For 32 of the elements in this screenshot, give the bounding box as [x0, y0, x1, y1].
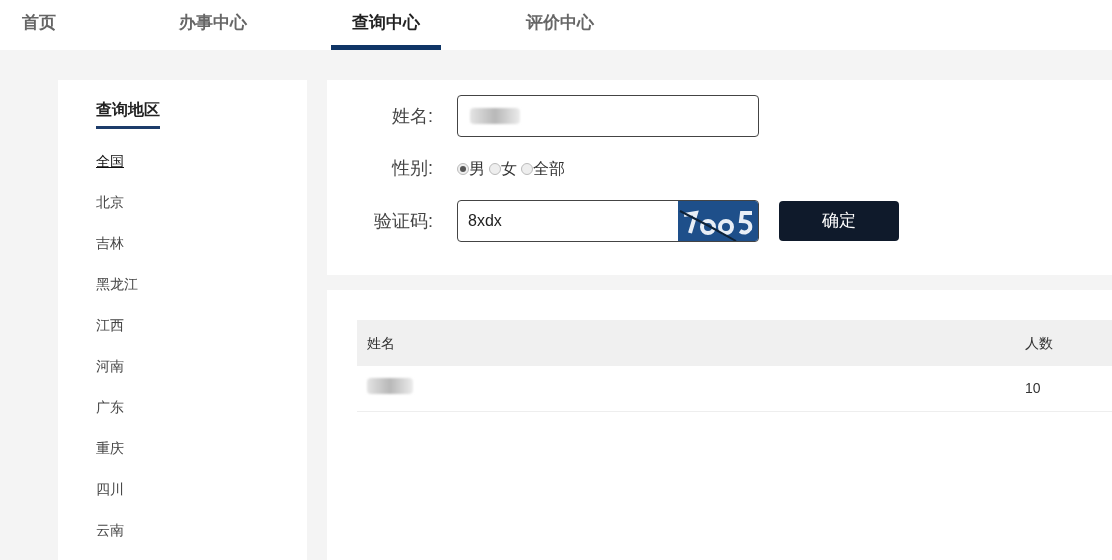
- radio-label: 全部: [533, 158, 565, 179]
- captcha-input[interactable]: 8xdx: [457, 200, 759, 242]
- field-label: 性别:: [390, 157, 434, 180]
- radio-label: 女: [501, 158, 517, 179]
- name-input[interactable]: [457, 95, 759, 137]
- region-link[interactable]: 黑龙江: [96, 272, 138, 296]
- radio-label: 男: [469, 158, 485, 179]
- field-label: 姓名:: [391, 104, 434, 128]
- table-cell-text: 10: [1025, 379, 1042, 398]
- redacted-mark: [470, 108, 520, 124]
- nav-tab[interactable]: 评价中心: [505, 0, 615, 50]
- field-label: 验证码:: [373, 209, 434, 233]
- region-link[interactable]: 吉林: [96, 231, 124, 255]
- region-link[interactable]: 江西: [96, 313, 124, 337]
- nav-tab[interactable]: 查询中心: [331, 0, 441, 50]
- radio-button[interactable]: [457, 162, 469, 175]
- region-link[interactable]: 云南: [96, 518, 124, 542]
- radio-button[interactable]: [521, 162, 533, 175]
- region-link[interactable]: 广东: [96, 395, 124, 419]
- nav-tab[interactable]: 办事中心: [158, 0, 268, 50]
- confirm-button[interactable]: 确定: [779, 201, 899, 241]
- region-link[interactable]: 全国: [96, 149, 124, 173]
- region-link[interactable]: 重庆: [96, 436, 124, 460]
- region-link[interactable]: 河南: [96, 354, 124, 378]
- sidebar-title: 查询地区: [96, 98, 160, 129]
- radio-button[interactable]: [489, 162, 501, 175]
- region-link[interactable]: 四川: [96, 477, 124, 501]
- column-header: 姓名: [366, 333, 396, 353]
- region-link[interactable]: 北京: [96, 190, 124, 214]
- column-header: 人数: [1025, 333, 1054, 353]
- nav-tab[interactable]: 首页: [0, 0, 78, 50]
- redacted-mark: [367, 377, 413, 394]
